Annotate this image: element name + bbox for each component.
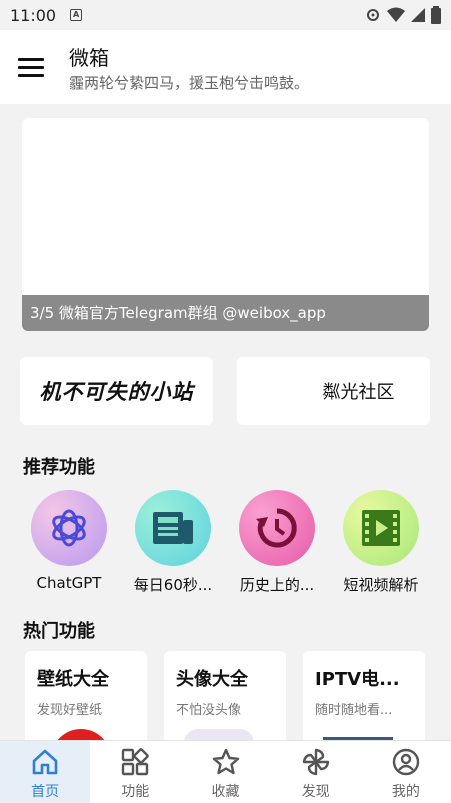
nav-item-me[interactable]: 我的 xyxy=(361,741,451,803)
status-bar: 11:00 A xyxy=(0,0,451,30)
recommended-item-news[interactable]: 每日60秒... xyxy=(118,490,228,595)
hot-card-subtitle: 随时随地看... xyxy=(315,703,393,718)
video-icon xyxy=(343,490,419,566)
recommended-item-history[interactable]: 历史上的... xyxy=(222,490,332,595)
recommended-item-label: 每日60秒... xyxy=(133,576,213,594)
recommended-item-video[interactable]: 短视频解析 xyxy=(326,490,436,595)
hot-card-subtitle: 发现好壁纸 xyxy=(37,703,103,718)
nav-item-label: 发现 xyxy=(301,784,330,800)
status-icons xyxy=(365,6,441,24)
cell-signal-icon xyxy=(411,8,425,22)
hot-card-iptv[interactable]: IPTV电... 随时随地看... xyxy=(303,651,425,751)
hot-card-title: IPTV电... xyxy=(315,669,400,690)
menu-button[interactable] xyxy=(14,52,48,82)
star-icon xyxy=(212,748,239,775)
news-icon xyxy=(135,490,211,566)
recommended-section-title: 推荐功能 xyxy=(23,457,95,478)
hot-card-title: 壁纸大全 xyxy=(37,669,109,690)
hot-card-wallpaper[interactable]: 壁纸大全 发现好壁纸 xyxy=(25,651,147,751)
hot-card-avatar[interactable]: 头像大全 不怕没头像 xyxy=(164,651,286,751)
hamburger-line xyxy=(18,73,44,77)
settings-status-icon xyxy=(367,9,379,21)
link-card-right-label: 粼光社区 xyxy=(322,382,395,403)
grid-icon xyxy=(122,748,150,776)
hot-card-title: 头像大全 xyxy=(176,669,248,690)
openai-icon xyxy=(31,490,107,566)
history-icon xyxy=(239,490,315,566)
home-icon xyxy=(32,749,58,775)
banner-carousel[interactable]: 3/5 微箱官方Telegram群组 @weibox_app xyxy=(22,118,429,331)
hamburger-line xyxy=(18,65,44,69)
nav-item-home[interactable]: 首页 xyxy=(0,741,91,803)
nav-item-label: 我的 xyxy=(391,784,420,800)
recommended-item-label: 短视频解析 xyxy=(343,576,419,594)
nav-item-label: 首页 xyxy=(31,784,60,800)
app-subtitle: 霾两轮兮絷四马，援玉枹兮击鸣鼓。 xyxy=(69,74,310,92)
nav-item-discover[interactable]: 发现 xyxy=(271,741,361,803)
hot-card-subtitle: 不怕没头像 xyxy=(176,703,242,718)
link-card-left-label: 机不可失的小站 xyxy=(39,380,194,404)
recommended-item-label: ChatGPT xyxy=(36,574,102,592)
nav-item-favorites[interactable]: 收藏 xyxy=(180,741,270,803)
recommended-item-chatgpt[interactable]: ChatGPT xyxy=(14,490,124,592)
nav-item-label: 收藏 xyxy=(211,784,240,800)
app-title: 微箱 xyxy=(69,46,109,70)
hot-section-title: 热门功能 xyxy=(23,621,95,642)
link-card-left[interactable]: 机不可失的小站 xyxy=(20,357,213,425)
nav-item-functions[interactable]: 功能 xyxy=(90,741,180,803)
person-icon xyxy=(392,748,420,776)
wifi-icon xyxy=(387,7,405,22)
banner-caption: 3/5 微箱官方Telegram群组 @weibox_app xyxy=(22,295,429,331)
hamburger-icon xyxy=(18,57,44,61)
bottom-navigation: 首页 功能 收藏 发现 我的 xyxy=(0,740,451,803)
status-time: 11:00 xyxy=(10,5,57,25)
link-card-right[interactable]: 粼光社区 xyxy=(237,357,430,425)
accessibility-notification-icon: A xyxy=(70,9,83,21)
pinwheel-icon xyxy=(302,748,329,776)
app-bar: 微箱 霾两轮兮絷四马，援玉枹兮击鸣鼓。 xyxy=(0,30,451,104)
recommended-item-label: 历史上的... xyxy=(239,576,315,594)
nav-item-label: 功能 xyxy=(121,784,150,800)
battery-icon xyxy=(431,6,441,24)
